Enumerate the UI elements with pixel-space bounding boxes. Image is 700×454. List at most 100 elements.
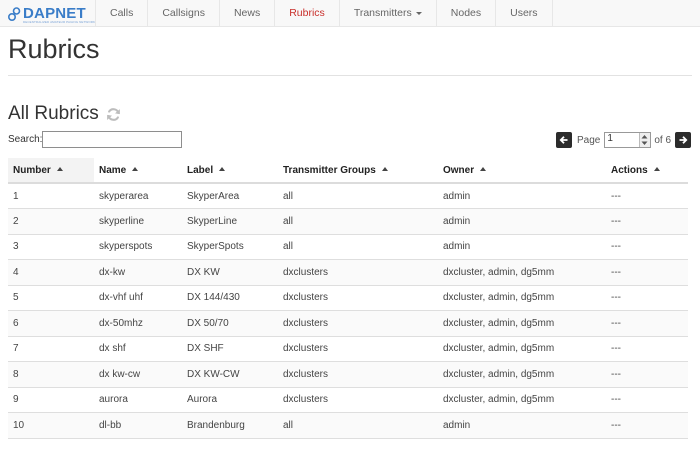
table-row[interactable]: 6 dx-50mhz DX 50/70 dxclusters dxcluster, ad… (8, 310, 688, 337)
nav-item-transmitters-label: Transmitters (353, 7, 412, 19)
cell-actions[interactable]: --- (606, 336, 688, 362)
navbar: DAPNET DECENTRALIZED AMATEUR PAGING NETW… (0, 0, 700, 27)
table-row[interactable]: 1 skyperarea SkyperArea all admin --- (8, 183, 688, 209)
brand-tagline: DECENTRALIZED AMATEUR PAGING NETWORK (23, 20, 96, 24)
table-header: Number Name Label Transmitter Groups Owner Ac… (8, 158, 688, 184)
prev-page-button[interactable] (556, 132, 572, 148)
cell-name: skyperspots (94, 234, 182, 260)
sort-arrow-icon (132, 166, 139, 171)
column-header-label[interactable]: Label (182, 158, 278, 184)
cell-name: dl-bb (94, 412, 182, 439)
cell-name: skyperline (94, 208, 182, 235)
column-header-owner[interactable]: Owner (438, 158, 606, 184)
search-input[interactable] (42, 131, 182, 148)
cell-owner: dxcluster, admin, dg5mm (438, 387, 606, 413)
table-row[interactable]: 8 dx kw-cw DX KW-CW dxclusters dxcluster, ad… (8, 361, 688, 388)
cell-number: 6 (8, 310, 94, 337)
section-title-text: All Rubrics (8, 103, 99, 124)
cell-owner: admin (438, 234, 606, 260)
cell-number: 10 (8, 412, 94, 439)
cell-owner: admin (438, 208, 606, 235)
arrow-left-icon (559, 136, 568, 144)
cell-transmitter-groups: all (278, 183, 438, 209)
arrow-right-icon (679, 136, 688, 144)
sort-arrow-icon (480, 166, 487, 171)
spinner-arrows-icon (641, 135, 648, 145)
nav-item-nodes[interactable]: Nodes (435, 0, 495, 27)
cell-name: dx shf (94, 336, 182, 362)
nav-item-rubrics[interactable]: Rubrics (274, 0, 339, 27)
cell-actions[interactable]: --- (606, 183, 688, 209)
page-title: Rubrics (8, 34, 100, 64)
page-label: Page (577, 134, 601, 146)
cell-name: dx-50mhz (94, 310, 182, 337)
column-header-number[interactable]: Number (8, 158, 94, 184)
cell-label: SkyperArea (182, 183, 278, 209)
refresh-icon[interactable] (106, 107, 121, 122)
cell-actions[interactable]: --- (606, 361, 688, 388)
nav-item-news[interactable]: News (218, 0, 274, 27)
table-row[interactable]: 10 dl-bb Brandenburg all admin --- (8, 412, 688, 439)
column-header-transmitter-groups[interactable]: Transmitter Groups (278, 158, 438, 184)
cell-transmitter-groups: dxclusters (278, 310, 438, 337)
cell-owner: admin (438, 412, 606, 439)
sort-arrow-icon (381, 166, 388, 171)
cell-owner: dxcluster, admin, dg5mm (438, 285, 606, 311)
nav-item-callsigns[interactable]: Callsigns (147, 0, 219, 27)
next-page-button[interactable] (675, 132, 692, 148)
rubrics-table: Number Name Label Transmitter Groups Owner Ac… (8, 158, 688, 439)
section-title: All Rubrics (8, 103, 121, 125)
page-spinner[interactable] (639, 133, 651, 147)
table-row[interactable]: 3 skyperspots SkyperSpots all admin --- (8, 234, 688, 260)
cell-transmitter-groups: all (278, 412, 438, 439)
column-header-actions[interactable]: Actions (606, 158, 688, 184)
table-row[interactable]: 5 dx-vhf uhf DX 144/430 dxclusters dxcluster… (8, 285, 688, 311)
cell-owner: dxcluster, admin, dg5mm (438, 310, 606, 337)
table-body: 1 skyperarea SkyperArea all admin --- 2 skyperl… (8, 183, 688, 439)
caret-down-icon (415, 11, 422, 15)
cell-label: DX KW (182, 259, 278, 286)
pagination: Page 1 of 6 (556, 131, 692, 149)
cell-actions[interactable]: --- (606, 234, 688, 260)
cell-name: dx-vhf uhf (94, 285, 182, 311)
cell-owner: dxcluster, admin, dg5mm (438, 336, 606, 362)
column-header-name[interactable]: Name (94, 158, 182, 184)
cell-label: Aurora (182, 387, 278, 413)
cell-actions[interactable]: --- (606, 412, 688, 439)
table-row[interactable]: 2 skyperline SkyperLine all admin --- (8, 208, 688, 235)
cell-actions[interactable]: --- (606, 259, 688, 286)
column-header-label: Owner (443, 164, 475, 176)
cell-number: 8 (8, 361, 94, 388)
cell-owner: admin (438, 183, 606, 209)
cell-actions[interactable]: --- (606, 285, 688, 311)
cell-actions[interactable]: --- (606, 208, 688, 235)
cell-label: SkyperSpots (182, 234, 278, 260)
table-row[interactable]: 9 aurora Aurora dxclusters dxcluster, admin,… (8, 387, 688, 413)
header-divider (8, 75, 692, 76)
page-number-value: 1 (607, 133, 613, 144)
cell-actions[interactable]: --- (606, 387, 688, 413)
cell-label: DX KW-CW (182, 361, 278, 388)
nav-item-transmitters[interactable]: Transmitters (338, 0, 436, 27)
column-header-label: Name (99, 164, 127, 176)
sort-arrow-icon (56, 166, 63, 171)
cell-number: 4 (8, 259, 94, 286)
cell-number: 5 (8, 285, 94, 311)
nav-item-users[interactable]: Users (495, 0, 553, 27)
search-label: Search: (8, 134, 43, 145)
nav-item-calls[interactable]: Calls (95, 0, 147, 27)
cell-transmitter-groups: all (278, 234, 438, 260)
cell-owner: dxcluster, admin, dg5mm (438, 259, 606, 286)
cell-actions[interactable]: --- (606, 310, 688, 337)
cell-label: DX SHF (182, 336, 278, 362)
cell-number: 3 (8, 234, 94, 260)
cell-transmitter-groups: dxclusters (278, 361, 438, 388)
table-row[interactable]: 7 dx shf DX SHF dxclusters dxcluster, admin,… (8, 336, 688, 362)
column-header-label: Number (13, 164, 51, 176)
page-number-input[interactable]: 1 (604, 132, 652, 148)
column-header-label: Label (187, 164, 214, 176)
table-row[interactable]: 4 dx-kw DX KW dxclusters dxcluster, admin, d… (8, 259, 688, 286)
cell-label: SkyperLine (182, 208, 278, 235)
cell-name: dx kw-cw (94, 361, 182, 388)
brand-logo[interactable]: DAPNET DECENTRALIZED AMATEUR PAGING NETW… (8, 4, 95, 24)
